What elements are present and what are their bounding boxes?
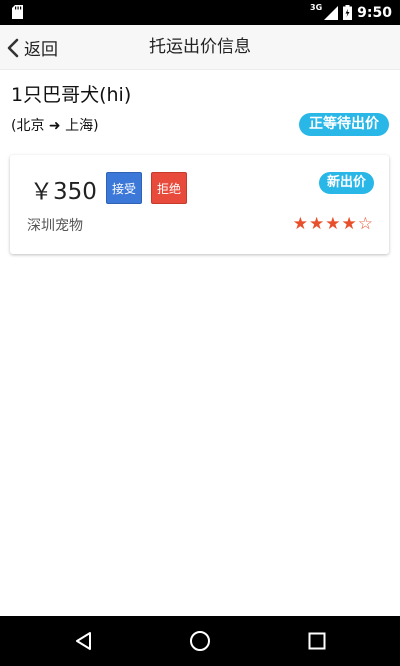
page-title: 托运出价信息 — [149, 37, 251, 57]
route: (北京 ➜ 上海) — [11, 118, 99, 134]
clock: 9:50 — [357, 4, 392, 21]
triangle-back-icon — [76, 632, 91, 650]
signal-icon — [324, 5, 339, 20]
circle-home-icon — [190, 631, 210, 651]
status-icons: 3G 9:50 — [310, 0, 392, 25]
status-bar: 3G 9:50 — [0, 0, 400, 25]
nav-home-button[interactable] — [170, 616, 230, 666]
sd-card-icon — [12, 5, 23, 19]
new-bid-badge: 新出价 — [318, 172, 374, 194]
back-label: 返回 — [24, 40, 58, 60]
battery-icon — [343, 5, 353, 20]
nav-back-button[interactable] — [54, 616, 114, 666]
back-button[interactable]: 返回 — [6, 25, 58, 70]
accept-button[interactable]: 接受 — [106, 172, 142, 204]
pet-title: 1只巴哥犬(hi) — [11, 84, 132, 106]
network-type: 3G — [310, 3, 323, 12]
company-name: 深圳宠物 — [27, 218, 83, 234]
reject-button[interactable]: 拒绝 — [151, 172, 187, 204]
bid-price: ￥350 — [30, 179, 97, 205]
status-badge: 正等待出价 — [299, 113, 389, 136]
square-recents-icon — [308, 632, 326, 650]
navigation-bar — [0, 616, 400, 666]
app-header: 托运出价信息 返回 — [0, 25, 400, 70]
rating-stars: ★★★★☆ — [292, 214, 374, 234]
chevron-left-icon — [7, 38, 19, 57]
nav-recents-button[interactable] — [287, 616, 347, 666]
bid-card[interactable]: ￥350 接受 拒绝 新出价 深圳宠物 ★★★★☆ — [10, 155, 389, 254]
